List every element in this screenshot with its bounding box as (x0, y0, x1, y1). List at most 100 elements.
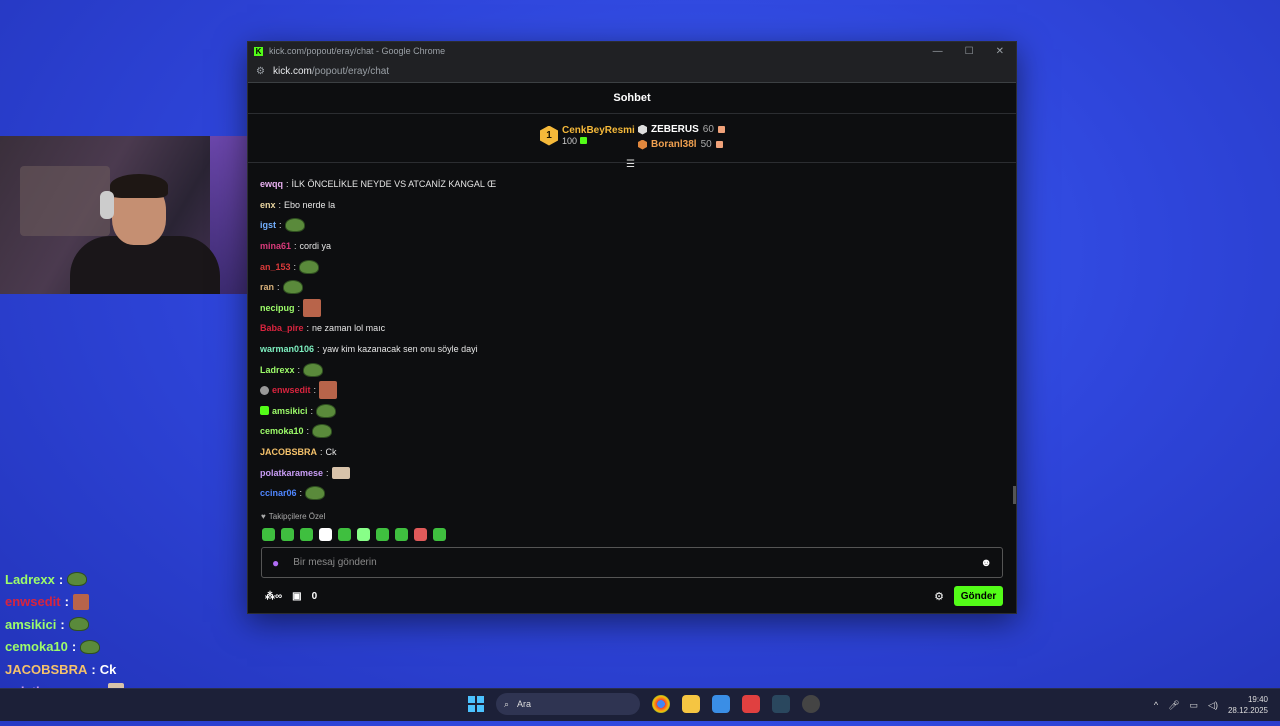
emote-icon[interactable] (281, 528, 294, 541)
leader-value: 100 (562, 136, 578, 146)
leaderboard-third[interactable]: Boranl38l 50 (638, 137, 725, 152)
minimize-button[interactable]: — (933, 46, 943, 57)
separator: : (306, 426, 310, 437)
separator: : (71, 639, 77, 655)
chat-username[interactable]: ran (260, 282, 274, 292)
chat-username[interactable]: enwsedit (272, 385, 311, 395)
chat-username[interactable]: Ladrexx (260, 365, 295, 375)
separator: : (306, 323, 310, 334)
window-titlebar: K kick.com/popout/eray/chat - Google Chr… (248, 42, 1016, 60)
chat-username[interactable]: amsikici (272, 406, 308, 416)
search-icon: ⌕ (504, 698, 510, 709)
start-icon[interactable] (468, 696, 484, 712)
steam-icon[interactable] (772, 695, 790, 713)
leaderboard-second[interactable]: ZEBERUS 60 (638, 122, 725, 137)
followers-only-label: Takipçilere Özel (268, 512, 326, 521)
maximize-button[interactable]: ☐ (965, 46, 974, 57)
emote-icon[interactable] (262, 528, 275, 541)
chat-username[interactable]: JACOBSBRA (260, 447, 317, 457)
scrollbar-thumb[interactable] (1013, 486, 1016, 504)
chat-message: Baba_pire: ne zaman lol maıc (260, 318, 1000, 339)
pepe-emote-icon (305, 486, 326, 501)
overlay-text: Ck (99, 661, 117, 677)
emote-icon[interactable] (319, 528, 332, 541)
emote-icon[interactable] (357, 528, 370, 541)
overlay-username: Ladrexx (5, 571, 55, 587)
separator: : (310, 405, 314, 416)
file-explorer-icon[interactable] (682, 695, 700, 713)
chat-username[interactable]: enx (260, 200, 276, 210)
display-icon[interactable]: ▭ (1190, 700, 1199, 711)
chat-settings-icon[interactable]: ⚙ (934, 590, 944, 603)
site-settings-icon[interactable]: ⚙ (256, 66, 265, 77)
chat-username[interactable]: igst (260, 220, 276, 230)
app-icon[interactable] (802, 695, 820, 713)
leaderboard-first[interactable]: 1 CenkBeyResmi 100 (540, 125, 635, 146)
rank-badge-icon: 1 (540, 125, 558, 146)
chat-message: warman0106: yaw kim kazanacak sen onu söy… (260, 339, 1000, 360)
address-bar[interactable]: ⚙ kick.com/popout/eray/chat (248, 60, 1016, 83)
send-button[interactable]: Gönder (954, 586, 1003, 606)
chat-message: an_153: (260, 256, 1000, 277)
chat-message: igst: (260, 215, 1000, 236)
separator: : (294, 241, 297, 252)
emote-quickbar (262, 528, 446, 541)
followers-only-notice: ♥ Takipçilere Özel (261, 512, 325, 521)
windows-taskbar: ⌕ Ara ^ 🎤︎ ▭ ◁) 19:40 28.12.2025 (0, 688, 1280, 721)
emote-icon[interactable] (338, 528, 351, 541)
emote-icon[interactable] (414, 528, 427, 541)
chat-message: ran: (260, 277, 1000, 298)
separator: : (293, 261, 297, 272)
chat-username[interactable]: polatkaramese (260, 468, 323, 478)
emote-icon[interactable] (300, 528, 313, 541)
emoji-icon[interactable]: ☻ (980, 557, 992, 569)
chat-message-text: yaw kim kazanacak sen onu söyle dayi (322, 344, 478, 355)
gift-badge-icon (260, 385, 269, 395)
third-name: Boranl38l (651, 139, 697, 150)
clock[interactable]: 19:40 28.12.2025 (1228, 694, 1268, 716)
chevron-up-icon[interactable]: ^ (1154, 700, 1158, 710)
photos-icon[interactable] (712, 695, 730, 713)
emote-icon[interactable] (395, 528, 408, 541)
chat-username[interactable]: Baba_pire (260, 323, 304, 333)
separator: : (317, 344, 320, 355)
heart-icon: ♥ (261, 512, 266, 521)
window-controls: — ☐ ✕ (933, 46, 1010, 57)
chat-username[interactable]: ccinar06 (260, 488, 297, 498)
close-button[interactable]: ✕ (996, 46, 1004, 57)
emote-icon[interactable] (433, 528, 446, 541)
chat-messages: ewqq: İLK ÖNCELİKLE NEYDE VS ATCANİZ KANG… (260, 174, 1000, 504)
separator: : (299, 488, 303, 499)
chat-username[interactable]: necipug (260, 303, 295, 313)
taskbar-search[interactable]: ⌕ Ara (496, 693, 640, 715)
microphone-icon[interactable]: ● (272, 556, 279, 570)
expand-leaderboard-icon[interactable]: ☰ (626, 159, 635, 170)
streamer-hair (110, 174, 168, 198)
overlay-username: amsikici (5, 616, 57, 632)
background-shelf (20, 166, 110, 236)
separator: : (91, 661, 96, 677)
chat-message-text: ne zaman lol maıc (312, 323, 386, 334)
chat-message: enx: Ebo nerde la (260, 195, 1000, 216)
channel-points-icon[interactable]: ⁂∞ (265, 591, 282, 602)
emote-icon[interactable] (376, 528, 389, 541)
chat-message: amsikici: (260, 401, 1000, 422)
app-icon[interactable] (742, 695, 760, 713)
store-icon[interactable]: ▣ (292, 591, 301, 602)
chat-username[interactable]: mina61 (260, 241, 291, 251)
chat-username[interactable]: ewqq (260, 179, 283, 189)
chat-header: Sohbet (248, 83, 1016, 114)
mic-icon[interactable]: 🎤︎ (1168, 700, 1179, 711)
volume-icon[interactable]: ◁) (1208, 700, 1218, 711)
overlay-message: amsikici: (5, 613, 205, 636)
webcam-overlay (0, 136, 282, 294)
message-placeholder: Bir mesaj gönderin (293, 557, 377, 568)
chat-username[interactable]: warman0106 (260, 344, 314, 354)
chrome-icon[interactable] (652, 695, 670, 713)
pepe-emote-icon (284, 218, 305, 233)
message-input[interactable]: ● Bir mesaj gönderin ☻ (261, 547, 1003, 578)
pepe-emote-icon (312, 424, 333, 439)
overlay-message: cemoka10: (5, 636, 205, 659)
chat-username[interactable]: cemoka10 (260, 426, 304, 436)
chat-username[interactable]: an_153 (260, 262, 291, 272)
